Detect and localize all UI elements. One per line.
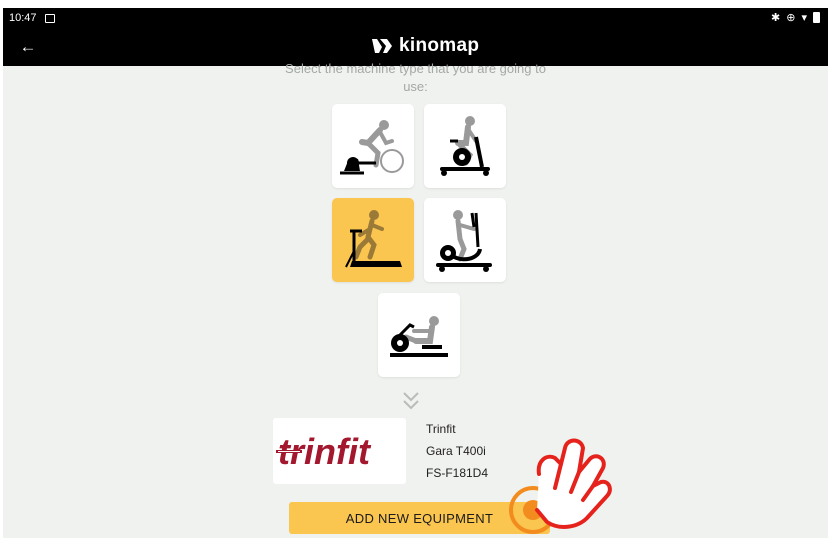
- back-button[interactable]: ←: [17, 36, 39, 58]
- wifi-icon: ▾: [801, 12, 807, 24]
- equipment-brand: Trinfit: [426, 422, 456, 436]
- machine-tile-elliptical[interactable]: [424, 198, 506, 282]
- kinomap-logo-icon: [372, 39, 392, 53]
- instruction-line-2: use:: [403, 79, 428, 94]
- home-trainer-icon: [340, 120, 404, 175]
- notification-icon: [44, 13, 55, 23]
- equipment-info: Trinfit Gara T400i FS-F181D4: [426, 418, 488, 484]
- machine-tile-rower[interactable]: [378, 293, 460, 377]
- battery-icon: [813, 12, 820, 23]
- equipment-device-id: FS-F181D4: [426, 466, 489, 480]
- brand-logo: kinomap: [371, 35, 479, 57]
- app-screen: 10:47 ✱ ⊕ ▾ ← kinomap Select the machine…: [3, 8, 828, 538]
- equipment-brand-logo[interactable]: trinfit: [273, 418, 406, 484]
- machine-tile-home-trainer[interactable]: [332, 104, 414, 188]
- trinfit-logo-icon: trinfit: [275, 431, 371, 471]
- rower-icon: [390, 316, 448, 357]
- bluetooth-icon: ✱: [771, 12, 781, 24]
- tap-hand-icon: [509, 438, 612, 534]
- machine-tile-treadmill[interactable]: [332, 198, 414, 282]
- status-bar: 10:47 ✱ ⊕ ▾: [3, 8, 828, 28]
- arrow-left-icon: ←: [19, 37, 37, 56]
- instruction-text: Select the machine type that you are goi…: [3, 60, 828, 96]
- equipment-model: Gara T400i: [426, 444, 486, 458]
- instruction-line-1: Select the machine type that you are goi…: [285, 61, 546, 76]
- treadmill-icon: [345, 210, 402, 268]
- status-time: 10:47: [9, 12, 37, 24]
- status-icons: ✱ ⊕ ▾: [771, 11, 820, 24]
- chevron-down-icon: [403, 392, 419, 410]
- exercise-bike-icon: [440, 116, 490, 176]
- elliptical-icon: [436, 210, 492, 272]
- brand-name: kinomap: [399, 35, 480, 56]
- sync-icon: ⊕: [786, 12, 796, 24]
- machine-tile-exercise-bike[interactable]: [424, 104, 506, 188]
